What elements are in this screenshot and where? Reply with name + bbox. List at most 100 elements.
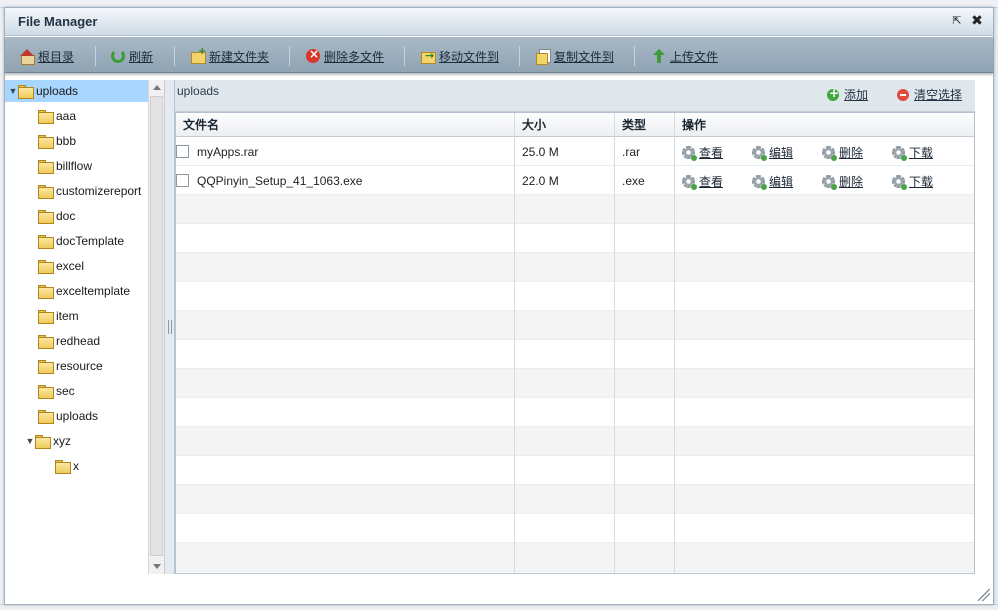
tree-item-bbb[interactable]: bbb	[38, 130, 76, 152]
folder-icon	[38, 360, 54, 374]
copy-files-label: 复制文件到	[554, 49, 615, 64]
window-title: File Manager	[18, 14, 98, 29]
download-label: 下载	[909, 175, 934, 189]
column-header-filename[interactable]: 文件名	[176, 113, 219, 137]
title-bar[interactable]: File Manager ⇱ ✖	[5, 8, 993, 36]
toolbar-separator	[634, 46, 635, 66]
resize-grip-icon[interactable]	[978, 589, 990, 601]
empty-row	[176, 398, 974, 427]
upload-file-button[interactable]: 上传文件	[652, 47, 718, 65]
new-folder-icon	[191, 46, 206, 64]
scrollbar-thumb[interactable]	[150, 96, 163, 556]
add-label: 添加	[844, 88, 869, 102]
toolbar-separator	[95, 46, 96, 66]
empty-row	[176, 195, 974, 224]
tree-scrollbar[interactable]	[148, 80, 164, 574]
folder-open-icon	[35, 435, 51, 449]
clear-icon	[897, 88, 909, 101]
download-link[interactable]: 下载	[892, 173, 933, 190]
table-row[interactable]: QQPinyin_Setup_41_1063.exe 22.0 M .exe 查…	[176, 166, 974, 195]
file-name: QQPinyin_Setup_41_1063.exe	[197, 173, 363, 188]
file-manager-window: File Manager ⇱ ✖ 根目录 刷新 新建文件夹 删除多文件 移动文件…	[4, 7, 994, 605]
root-dir-button[interactable]: 根目录	[20, 47, 74, 65]
cell-filename: QQPinyin_Setup_41_1063.exe	[176, 166, 514, 195]
empty-row	[176, 282, 974, 311]
splitter-grip-icon[interactable]	[168, 320, 172, 334]
file-size: 25.0 M	[522, 144, 559, 159]
delete-files-label: 删除多文件	[324, 49, 385, 64]
view-link[interactable]: 查看	[682, 173, 723, 190]
current-path: uploads	[177, 84, 220, 98]
tree-item-label: billflow	[56, 159, 93, 173]
upload-icon	[652, 49, 666, 63]
new-folder-button[interactable]: 新建文件夹	[191, 46, 270, 65]
scroll-down-icon[interactable]	[153, 564, 161, 569]
empty-row	[176, 369, 974, 398]
row-checkbox[interactable]	[176, 145, 189, 158]
file-name: myApps.rar	[197, 144, 259, 159]
scroll-up-icon[interactable]	[153, 85, 161, 90]
empty-row	[176, 427, 974, 456]
table-row[interactable]: myApps.rar 25.0 M .rar 查看 编辑 删除 下载	[176, 137, 974, 166]
tree-item-redhead[interactable]: redhead	[38, 330, 100, 352]
edit-link[interactable]: 编辑	[752, 173, 793, 190]
toolbar-separator	[404, 46, 405, 66]
tree-item-resource[interactable]: resource	[38, 355, 103, 377]
column-divider	[674, 113, 675, 573]
tree-item-customizereport[interactable]: customizereport	[38, 180, 141, 202]
tree-item-label: sec	[56, 384, 75, 398]
column-header-type[interactable]: 类型	[615, 113, 646, 137]
view-label: 查看	[699, 175, 724, 189]
delete-files-button[interactable]: 删除多文件	[306, 47, 384, 65]
tree-item-aaa[interactable]: aaa	[38, 105, 76, 127]
expand-arrow-icon[interactable]: ▼	[8, 86, 18, 96]
tree-item-x[interactable]: x	[55, 455, 79, 477]
copy-files-button[interactable]: 复制文件到	[536, 47, 614, 65]
tree-item-label: excel	[56, 259, 85, 273]
add-button[interactable]: 添加	[827, 86, 868, 103]
folder-icon	[38, 260, 54, 274]
folder-icon	[38, 410, 54, 424]
gear-icon	[682, 175, 697, 190]
file-type: .rar	[622, 144, 640, 159]
folder-icon	[38, 235, 54, 249]
popout-icon[interactable]: ⇱	[950, 14, 964, 28]
folder-icon	[38, 210, 54, 224]
tree-item-label: uploads	[36, 84, 79, 98]
tree-item-uploads[interactable]: uploads	[38, 405, 98, 427]
refresh-icon	[111, 49, 125, 63]
panel-splitter[interactable]	[165, 80, 175, 574]
delete-link[interactable]: 删除	[822, 144, 863, 161]
tree-item-doc[interactable]: doc	[38, 205, 75, 227]
close-icon[interactable]: ✖	[970, 14, 984, 28]
folder-icon	[38, 185, 54, 199]
view-link[interactable]: 查看	[682, 144, 723, 161]
expand-arrow-icon[interactable]: ▼	[25, 436, 35, 446]
root-dir-label: 根目录	[38, 49, 75, 64]
tree-item-root-uploads[interactable]: ▼ uploads	[5, 80, 148, 102]
tree-item-label: aaa	[56, 109, 77, 123]
tree-item-excel[interactable]: excel	[38, 255, 84, 277]
move-files-button[interactable]: 移动文件到	[421, 47, 499, 65]
tree-item-item[interactable]: item	[38, 305, 79, 327]
delete-link[interactable]: 删除	[822, 173, 863, 190]
row-checkbox[interactable]	[176, 174, 189, 187]
edit-link[interactable]: 编辑	[752, 144, 793, 161]
tree-item-sec[interactable]: sec	[38, 380, 75, 402]
folder-open-icon	[18, 85, 34, 99]
tree-item-xyz[interactable]: ▼ xyz	[25, 430, 71, 452]
view-label: 查看	[699, 146, 724, 160]
download-link[interactable]: 下载	[892, 144, 933, 161]
refresh-button[interactable]: 刷新	[111, 47, 153, 65]
tree-item-exceltemplate[interactable]: exceltemplate	[38, 280, 130, 302]
folder-tree: ▼ uploads aaa bbb billflow customizerepo…	[5, 80, 165, 574]
tree-item-doctemplate[interactable]: docTemplate	[38, 230, 124, 252]
clear-selection-button[interactable]: 清空选择	[897, 86, 962, 103]
clear-selection-label: 清空选择	[914, 88, 963, 102]
tree-item-billflow[interactable]: billflow	[38, 155, 92, 177]
tree-item-label: doc	[56, 209, 76, 223]
new-folder-label: 新建文件夹	[209, 49, 270, 64]
tree-item-label: xyz	[53, 434, 71, 448]
empty-row	[176, 224, 974, 253]
column-header-size[interactable]: 大小	[515, 113, 546, 137]
